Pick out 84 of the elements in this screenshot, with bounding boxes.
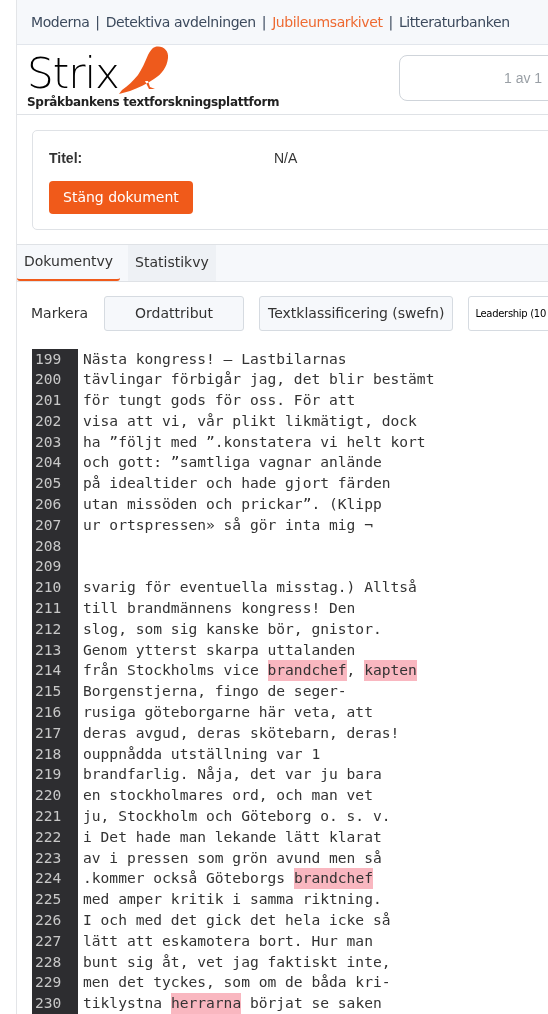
text-line: från Stockholms vice	[83, 660, 260, 681]
text-line: börjat se saken	[248, 993, 382, 1014]
line-number: 216	[35, 702, 62, 723]
text-line: utan missöden och prickar”. (Klipp	[83, 494, 382, 515]
text-line: ouppnådda utställning var 1	[83, 743, 321, 764]
text-line: I och med det gick det hela icke så	[83, 910, 391, 930]
highlighted-word: kapten	[364, 660, 417, 682]
line-number: 226	[35, 910, 62, 930]
line-number: 223	[35, 847, 62, 868]
text-line: för tungt gods för oss. För att	[83, 390, 356, 411]
line-number: 230	[35, 993, 62, 1014]
text-line: tiklystna	[83, 993, 164, 1014]
line-number: 205	[35, 473, 62, 494]
line-number: 201	[35, 390, 62, 411]
nav-separator: |	[95, 12, 100, 33]
text-line: men det tyckes, som om de båda kri-	[83, 972, 391, 993]
line-number: 200	[35, 369, 62, 390]
line-number: 220	[35, 785, 62, 806]
line-number: 221	[35, 806, 62, 827]
nav-link[interactable]: Litteraturbanken	[398, 11, 510, 33]
text-line: rusiga göteborgarne här veta, att	[83, 702, 373, 723]
line-number: 219	[35, 764, 62, 785]
toolbar-button[interactable]: Ordattribut	[104, 295, 244, 331]
line-number: 217	[35, 722, 62, 743]
text-line: tävlingar förbigår jag, det blir bestämt	[83, 369, 435, 390]
category-select[interactable]: Leadership (10	[468, 295, 548, 331]
text-line: brandfarlig. Nåja, det var ju bara	[83, 764, 382, 785]
nav-separator: |	[388, 12, 393, 33]
line-number: 222	[35, 826, 62, 847]
line-number: 206	[35, 494, 62, 515]
text-line: lätt att eskamotera bort. Hur man	[83, 930, 373, 951]
line-number: 207	[35, 514, 62, 535]
nav-separator: |	[261, 12, 267, 33]
text-line: deras avgud, deras skötebarn, deras!	[83, 722, 400, 743]
line-number: 229	[35, 972, 62, 993]
line-number: 218	[35, 743, 62, 764]
tab[interactable]: Statistikvy	[128, 244, 216, 281]
highlighted-word: brandchef	[267, 660, 347, 682]
text-line: av i pressen som grön avund men så	[83, 847, 382, 868]
line-number: 224	[35, 868, 62, 889]
line-number: 211	[35, 598, 62, 619]
line-number: 213	[35, 639, 62, 660]
text-line: Borgenstjerna, fingo de seger-	[83, 681, 347, 702]
text-line: ,	[346, 660, 357, 681]
text-line: till brandmännens kongress! Den	[83, 598, 356, 619]
text-line: ha ”följt med ”.konstatera vi helt kort	[83, 431, 426, 452]
text-line: .kommer också Göteborgs	[83, 868, 287, 889]
text-line: en stockholmares ord, och man vet	[83, 785, 373, 806]
line-number: 225	[35, 889, 62, 910]
mark-label: Markera	[31, 303, 88, 323]
text-line: Genom ytterst skarpa uttalanden	[83, 639, 356, 660]
line-number: 204	[35, 452, 62, 473]
line-number: 210	[35, 577, 62, 598]
text-line: slog, som sig kanske bör, gnistor.	[83, 618, 382, 639]
text-line: på idealtider och hade gjort färden	[83, 473, 391, 494]
line-number: 214	[35, 660, 62, 681]
line-number: 202	[35, 410, 62, 431]
text-line: ju, Stockholm och Göteborg o. s. v.	[83, 806, 391, 827]
text-line: svarig för eventuella misstag.) Alltså	[83, 577, 417, 598]
line-number: 228	[35, 951, 62, 972]
title-label: Titel:	[49, 149, 84, 169]
text-line: ur ortspressen» så gör inta mig ¬	[83, 514, 373, 535]
text-line: och gott: ”samtliga vagnar anlände	[83, 452, 382, 473]
line-number: 215	[35, 681, 62, 702]
toolbar-button[interactable]: Textklassificering (swefn)	[259, 295, 454, 331]
line-number: 208	[35, 535, 62, 556]
title-value: N/A	[274, 149, 298, 169]
text-line: bunt sig åt, vet jag faktiskt inte,	[83, 951, 391, 972]
highlighted-word: herrarna	[170, 993, 242, 1014]
line-number: 227	[35, 930, 62, 951]
line-number: 209	[35, 556, 62, 577]
text-line: visa att vi, vår plikt likmätigt, dock	[83, 410, 417, 431]
highlighted-word: brandchef	[293, 868, 373, 890]
text-line: i Det hade man lekande lätt klarat	[83, 826, 382, 847]
line-number: 199	[35, 348, 62, 369]
logo-subtitle: Språkbankens textforskningsplattform	[27, 95, 281, 110]
text-line: med amper kritik i samma riktning.	[83, 889, 382, 910]
tab[interactable]: Dokumentvy	[17, 244, 121, 281]
line-number: 203	[35, 431, 62, 452]
line-number: 212	[35, 618, 62, 639]
logo-wordmark: Strix	[27, 53, 119, 96]
nav-link[interactable]: Moderna	[31, 11, 90, 33]
nav-link[interactable]: Detektiva avdelningen	[105, 11, 256, 33]
text-line: Nästa kongress! — Lastbilarnas	[83, 348, 347, 369]
